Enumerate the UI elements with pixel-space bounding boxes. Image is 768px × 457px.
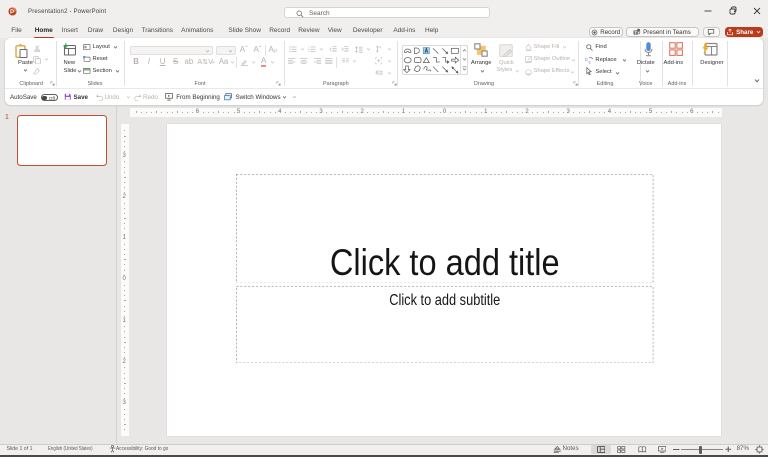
svg-text:b: b: [585, 57, 588, 63]
svg-text:3: 3: [308, 51, 310, 52]
svg-text:A: A: [379, 46, 382, 50]
svg-text:c: c: [588, 60, 591, 63]
